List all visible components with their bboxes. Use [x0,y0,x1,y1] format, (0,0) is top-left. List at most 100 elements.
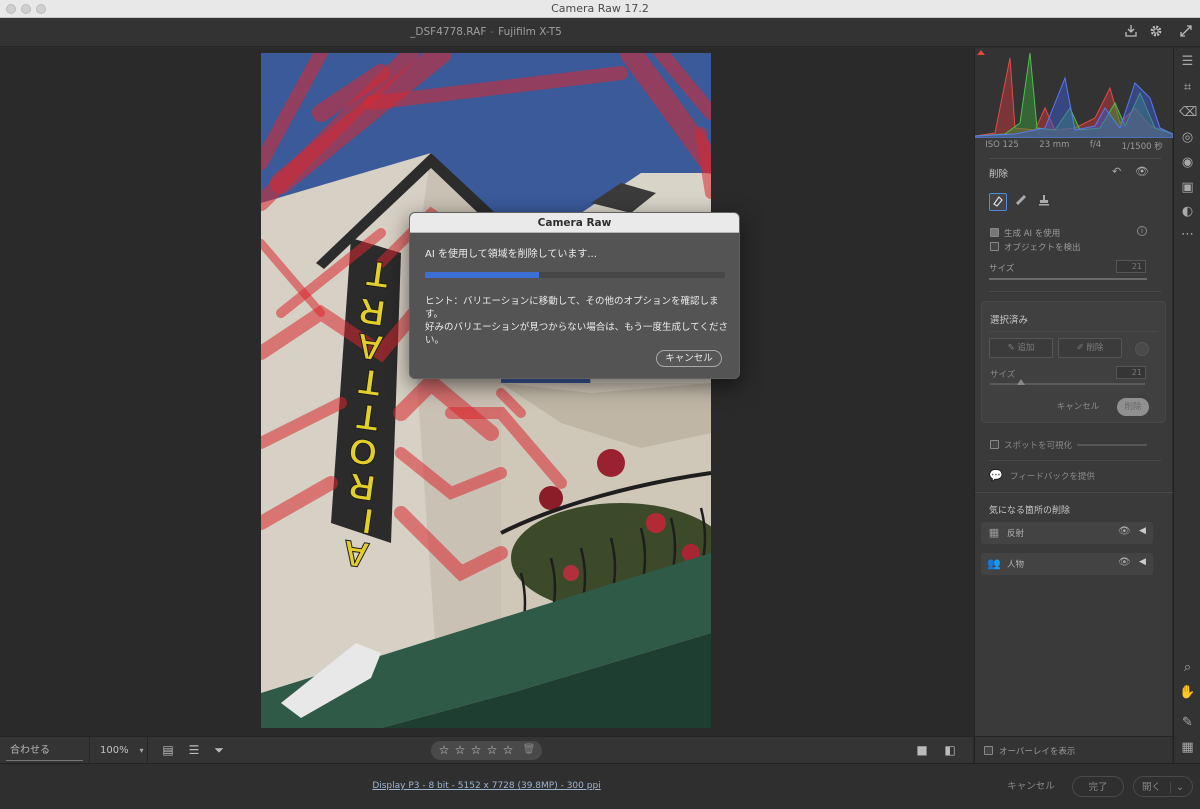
divider [990,331,1158,332]
star-icon[interactable]: ☆ [469,743,483,757]
hand-tool-icon[interactable]: ✋ [1179,684,1196,701]
visualize-spots-label: スポットを可視化 [1004,441,1073,451]
divider [989,460,1161,461]
sort-icon[interactable]: ☰ [186,742,202,758]
filter-icon[interactable]: ⏷ [211,742,227,758]
show-overlay-label: オーバーレイを表示 [999,747,1076,757]
distraction-item[interactable]: ▦ 反射 👁 ◀ [981,522,1153,544]
clone-stamp-icon[interactable] [1035,193,1053,211]
selected-size-field[interactable]: 21 [1116,366,1146,379]
eraser-icon[interactable]: ⌫ [1179,104,1197,121]
collapse-icon[interactable]: ◀ [1139,526,1146,536]
collapse-icon[interactable]: ◀ [1139,557,1146,567]
detect-objects-label: オブジェクトを検出 [1004,243,1081,253]
compare-view-icon[interactable]: ◧ [942,742,958,758]
people-icon: 👥 [987,557,1001,570]
gear-icon[interactable] [1148,24,1164,40]
presets-icon[interactable]: ◐ [1179,203,1196,220]
star-icon[interactable]: ☆ [437,743,451,757]
red-eye-icon[interactable]: ◉ [1179,154,1196,171]
file-info-bar: _DSF4778.RAF - Fujifilm X-T5 [0,18,1200,47]
photo-image: T R A T T O R I A [261,53,711,728]
add-icon: ✎ [1007,343,1018,353]
progress-fill [425,272,539,278]
image-canvas[interactable]: T R A T T O R I A [0,48,973,736]
filmstrip-icon[interactable]: ▤ [160,742,176,758]
divider [989,291,1161,292]
add-button[interactable]: ✎ 追加 [989,338,1053,358]
color-swatch[interactable] [1135,342,1149,356]
selected-cancel-button[interactable]: キャンセル [1046,398,1110,416]
subtract-button[interactable]: ✐ 削除 [1058,338,1122,358]
show-overlay-checkbox[interactable] [984,746,993,755]
dialog-status-text: AI を使用して領域を削除しています... [425,249,597,260]
image-metadata-link[interactable]: Display P3 - 8 bit - 5152 x 7728 (39.8MP… [0,781,973,791]
star-icon[interactable]: ☆ [453,743,467,757]
progress-bar [425,272,725,278]
trash-icon[interactable]: 🗑 [522,743,536,757]
star-icon[interactable]: ☆ [485,743,499,757]
size-value-field[interactable]: 21 [1116,260,1146,273]
open-label: 開く [1141,782,1161,793]
heal-tool-icon[interactable] [1012,193,1030,211]
apply-button[interactable]: 削除 [1117,398,1149,416]
use-gen-ai-checkbox[interactable] [990,228,999,237]
feedback-link[interactable]: フィードバックを提供 [1010,470,1095,482]
sampler-icon[interactable]: ✎ [1179,714,1196,731]
divider [989,158,1161,159]
visualize-spots-slider[interactable] [1077,444,1147,446]
distraction-item[interactable]: 👥 人物 👁 ◀ [981,553,1153,575]
edit-sliders-icon[interactable]: ☰ [1179,53,1196,70]
info-icon[interactable]: i [1137,226,1147,236]
eye-icon[interactable]: 👁 [1118,557,1131,568]
grid-icon[interactable]: ▦ [1179,739,1196,756]
mask-icon[interactable]: ◎ [1179,129,1196,146]
footer-cancel-button[interactable]: キャンセル [1000,776,1062,797]
histogram [974,48,1174,139]
bottom-toolbar: 合わせる (11.9%) 100% ▾ ▤ ☰ ⏷ ☆ ☆ ☆ ☆ ☆ 🗑 ■ … [0,736,973,783]
dialog-cancel-button[interactable]: キャンセル [656,350,722,367]
dialog-hint: ヒント：バリエーションに移動して、その他のオプションを確認します。 好みのバリエ… [425,295,735,347]
iso-value: ISO 125 [985,140,1019,150]
clipping-warning-icon[interactable] [977,50,985,55]
remove-brush-tool-icon[interactable] [989,193,1007,211]
feedback-icon[interactable]: 💬 [989,469,1003,482]
subtract-label: 削除 [1086,343,1104,353]
slider-thumb[interactable] [1017,379,1025,385]
detect-objects-checkbox[interactable] [990,242,999,251]
footer: Display P3 - 8 bit - 5152 x 7728 (39.8MP… [0,763,1200,809]
photo-preview[interactable]: T R A T T O R I A [261,53,711,728]
zoom-tool-icon[interactable]: ⌕ [1179,659,1196,676]
file-info-separator: - [490,26,495,38]
more-icon[interactable]: ⋯ [1179,226,1196,243]
crop-icon[interactable]: ⌗ [1179,79,1196,96]
star-icon[interactable]: ☆ [501,743,515,757]
camera-model: Fujifilm X-T5 [498,26,562,38]
save-icon[interactable] [1123,24,1139,40]
tool-rail: ☰ ⌗ ⌫ ◎ ◉ ▣ ◐ ⋯ ⌕ ✋ ✎ ▦ [1173,48,1200,763]
zoom-level[interactable]: 100% [100,737,129,764]
distraction-title: 気になる箇所の削除 [989,506,1071,516]
eye-icon[interactable]: 👁 [1135,165,1149,178]
fit-zoom-button[interactable]: 合わせる (11.9%) [0,737,90,783]
zoom-dropdown-icon[interactable]: ▾ [136,737,148,764]
single-view-icon[interactable]: ■ [914,742,930,758]
distraction-label: 反射 [1007,529,1025,539]
visualize-spots-checkbox[interactable] [990,440,999,449]
size-label: サイズ [989,264,1015,274]
size-slider[interactable] [989,278,1147,280]
focal-value: 23 mm [1039,140,1070,150]
fit-underline [6,760,83,761]
snapshots-icon[interactable]: ▣ [1179,179,1196,196]
open-button[interactable]: 開く ⌄ [1133,776,1193,797]
reset-icon[interactable]: ↶ [1112,165,1121,178]
shutter-value: 1/1500 秒 [1121,142,1163,152]
camera-info: ISO 125 23 mm f/4 1/1500 秒 [975,140,1173,154]
progress-dialog: Camera Raw AI を使用して領域を削除しています... ヒント：バリエ… [409,212,740,379]
remove-panel-title: 削除 [989,169,1009,180]
eye-icon[interactable]: 👁 [1118,526,1131,537]
selected-size-slider[interactable] [990,383,1145,385]
expand-icon[interactable] [1178,24,1194,40]
open-dropdown-icon[interactable]: ⌄ [1170,782,1184,793]
done-button[interactable]: 完了 [1072,776,1124,797]
